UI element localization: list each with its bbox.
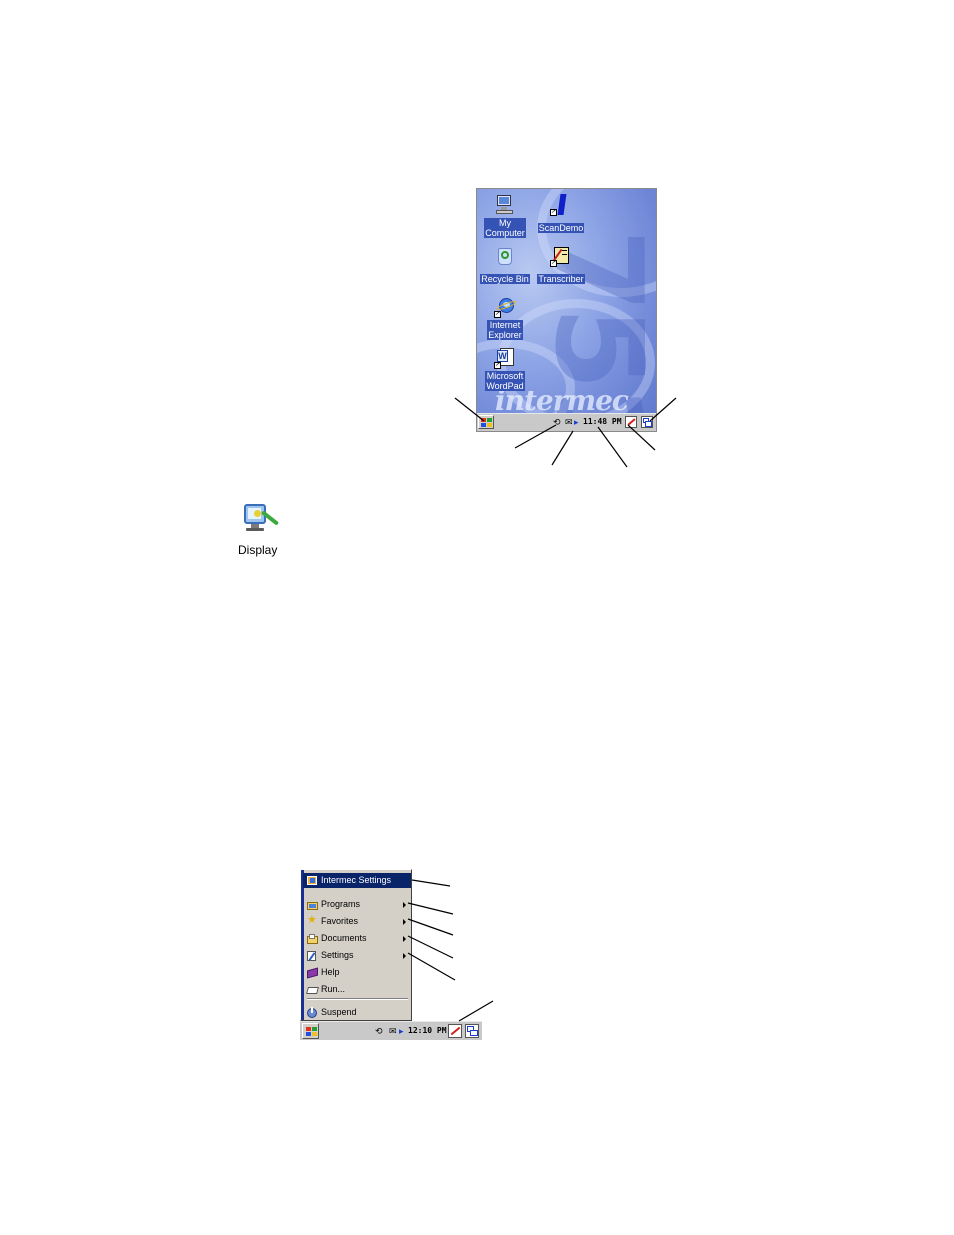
callout-line-documents <box>407 935 454 959</box>
callout-line-input-panel <box>458 1000 494 1022</box>
callout-line-settings <box>407 952 456 981</box>
callout-line-sync <box>514 424 557 449</box>
callout-line-favorites <box>407 918 454 936</box>
callout-line-desktop-switch <box>649 397 677 422</box>
callout-line-clock <box>597 426 628 468</box>
callout-line-programs <box>407 902 454 915</box>
callout-line-mail <box>551 430 574 466</box>
callout-line-intermec-settings <box>411 879 451 887</box>
callout-lines <box>407 397 677 1022</box>
callout-line-start-button <box>454 397 485 422</box>
callout-line-input-panel <box>627 424 656 451</box>
